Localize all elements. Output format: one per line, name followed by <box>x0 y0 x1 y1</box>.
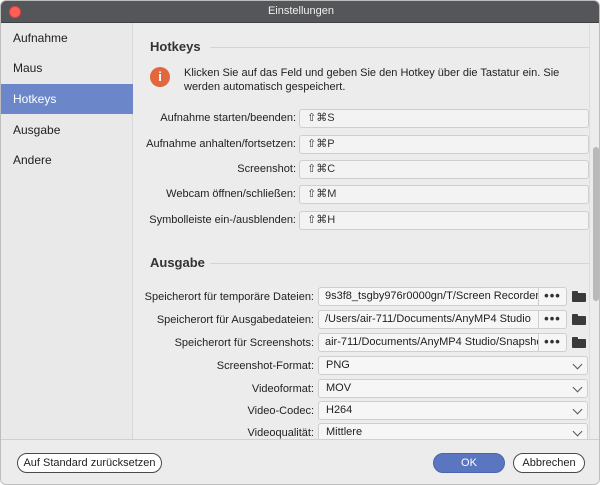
dialog-footer: Auf Standard zurücksetzen OK Abbrechen <box>1 439 599 484</box>
chevron-down-icon <box>572 426 583 437</box>
video-quality-label: Videoqualität: <box>247 427 314 439</box>
video-format-label: Videoformat: <box>251 383 314 395</box>
screenshot-path-label: Speicherort für Screenshots: <box>174 337 314 349</box>
sidebar: Aufnahme Maus Hotkeys Ausgabe Andere <box>1 23 133 439</box>
hotkey-label-pause: Aufnahme anhalten/fortsetzen: <box>146 138 296 150</box>
sidebar-item-aufnahme[interactable]: Aufnahme <box>1 23 133 53</box>
hotkey-label-toolbar: Symbolleiste ein-/ausblenden: <box>149 214 296 226</box>
video-codec-value: H264 <box>326 404 353 416</box>
output-heading: Ausgabe <box>150 255 205 270</box>
output-path-browse-button[interactable]: ••• <box>539 310 567 329</box>
hotkey-field-screenshot[interactable]: ⇧⌘C <box>299 160 589 179</box>
chevron-down-icon <box>572 382 583 393</box>
settings-window: Einstellungen Aufnahme Maus Hotkeys Ausg… <box>0 0 600 485</box>
hotkey-label-record: Aufnahme starten/beenden: <box>160 112 296 124</box>
sidebar-item-maus[interactable]: Maus <box>1 53 133 83</box>
video-quality-select[interactable]: Mittlere <box>318 423 588 439</box>
hotkeys-info-text: Klicken Sie auf das Feld und geben Sie d… <box>184 67 560 93</box>
chevron-down-icon <box>572 359 583 370</box>
hotkeys-heading: Hotkeys <box>150 39 201 54</box>
reset-defaults-button[interactable]: Auf Standard zurücksetzen <box>17 453 162 473</box>
hotkey-field-webcam[interactable]: ⇧⌘M <box>299 185 589 204</box>
screenshot-path-browse-button[interactable]: ••• <box>539 333 567 352</box>
hotkey-field-record[interactable]: ⇧⌘S <box>299 109 589 128</box>
ok-button[interactable]: OK <box>433 453 505 473</box>
screenshot-format-value: PNG <box>326 359 350 371</box>
temp-path-browse-button[interactable]: ••• <box>539 287 567 306</box>
sidebar-item-ausgabe[interactable]: Ausgabe <box>1 115 133 145</box>
output-path-label: Speicherort für Ausgabedateien: <box>156 314 314 326</box>
temp-path-folder-icon[interactable] <box>572 291 586 302</box>
temp-path-field[interactable]: 9s3f8_tsgby976r0000gn/T/Screen Recorder <box>318 287 539 306</box>
hotkey-label-webcam: Webcam öffnen/schließen: <box>166 188 296 200</box>
title-bar[interactable]: Einstellungen <box>1 1 599 23</box>
screenshot-format-label: Screenshot-Format: <box>216 360 314 372</box>
window-title: Einstellungen <box>267 5 335 17</box>
output-path-folder-icon[interactable] <box>572 314 586 325</box>
screenshot-path-folder-icon[interactable] <box>572 337 586 348</box>
video-quality-value: Mittlere <box>326 426 363 438</box>
hotkey-field-pause[interactable]: ⇧⌘P <box>299 135 589 154</box>
scrollbar-thumb[interactable] <box>593 147 599 301</box>
chevron-down-icon <box>572 404 583 415</box>
info-icon: i <box>150 67 170 87</box>
output-path-field[interactable]: /Users/air-711/Documents/AnyMP4 Studio <box>318 310 539 329</box>
output-divider <box>210 263 589 264</box>
video-format-value: MOV <box>326 382 352 394</box>
hotkeys-divider <box>210 47 589 48</box>
sidebar-item-andere[interactable]: Andere <box>1 145 133 175</box>
sidebar-item-hotkeys[interactable]: Hotkeys <box>1 84 133 114</box>
content-scrollbar[interactable] <box>589 23 599 439</box>
cancel-button[interactable]: Abbrechen <box>513 453 585 473</box>
screenshot-path-field[interactable]: air-711/Documents/AnyMP4 Studio/Snapshot <box>318 333 539 352</box>
screenshot-format-select[interactable]: PNG <box>318 356 588 375</box>
video-codec-select[interactable]: H264 <box>318 401 588 420</box>
settings-content: Hotkeys i Klicken Sie auf das Feld und g… <box>134 23 589 439</box>
hotkey-field-toolbar[interactable]: ⇧⌘H <box>299 211 589 230</box>
temp-path-label: Speicherort für temporäre Dateien: <box>144 291 314 303</box>
video-format-select[interactable]: MOV <box>318 379 588 398</box>
video-codec-label: Video-Codec: <box>247 405 314 417</box>
hotkey-label-screenshot: Screenshot: <box>237 163 296 175</box>
